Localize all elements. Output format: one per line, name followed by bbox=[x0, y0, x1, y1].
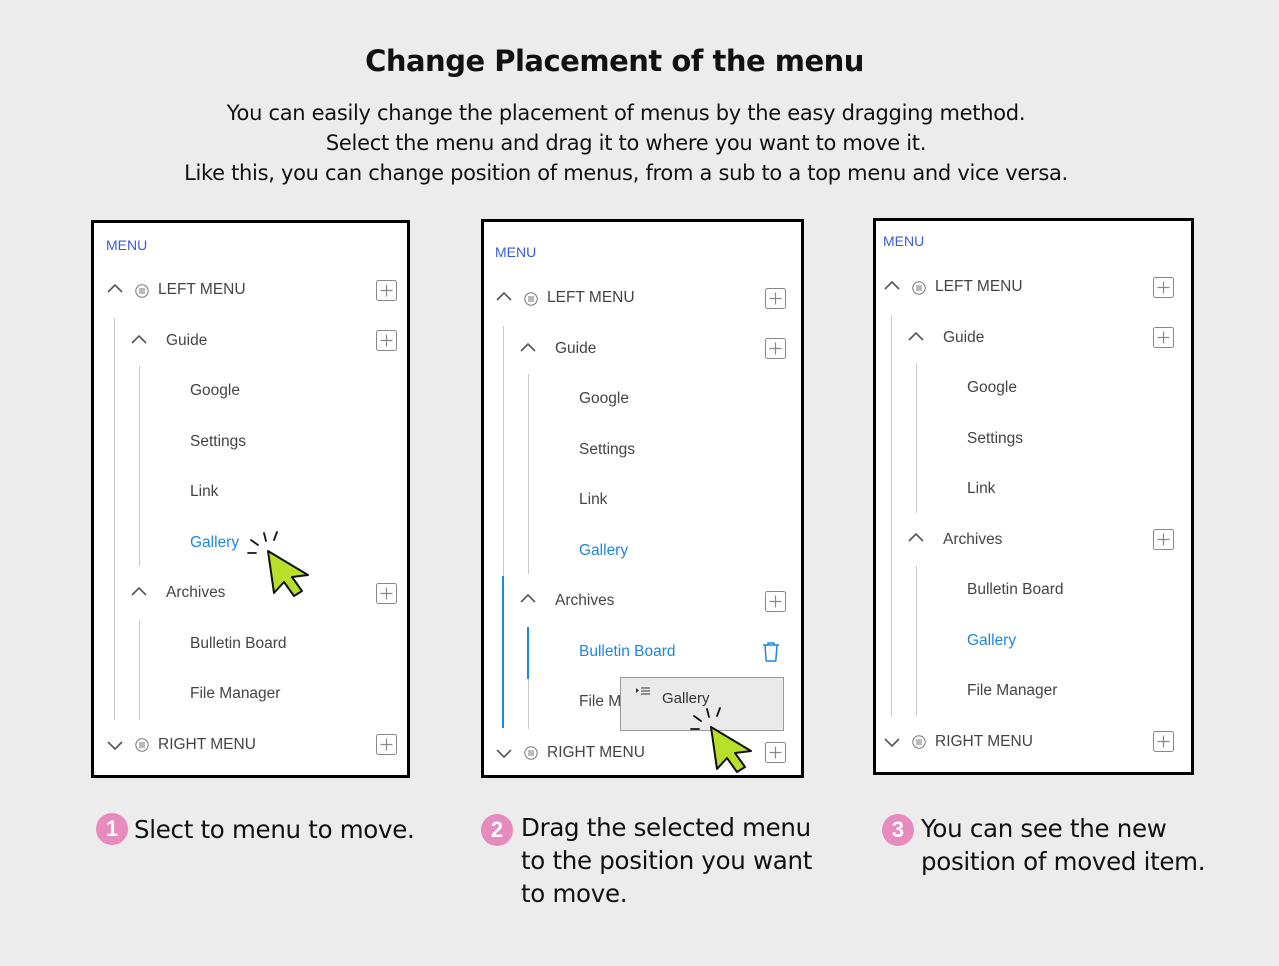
step-badge-3: 3 bbox=[882, 814, 914, 846]
menu-item-settings[interactable]: Settings bbox=[190, 430, 246, 454]
menu-item-archives[interactable]: Archives bbox=[555, 589, 614, 613]
menu-item-bulletin-board[interactable]: Bulletin Board bbox=[579, 640, 676, 664]
step-line: Slect to menu to move. bbox=[134, 815, 415, 844]
chevron-up-icon[interactable] bbox=[131, 333, 147, 345]
menu-item-gallery[interactable]: Gallery bbox=[190, 531, 239, 555]
step-3-text: You can see the new position of moved it… bbox=[921, 812, 1206, 878]
menu-item-right-menu[interactable]: RIGHT MENU bbox=[158, 733, 256, 757]
add-item-button[interactable] bbox=[765, 338, 786, 359]
tree-line bbox=[114, 318, 115, 720]
menu-item-gallery[interactable]: Gallery bbox=[579, 539, 628, 563]
menu-item-left-menu[interactable]: LEFT MENU bbox=[935, 275, 1023, 299]
menu-label: MENU bbox=[495, 244, 537, 260]
menu-panel-step-1: MENU LEFT MENU Guide Google Settings Lin… bbox=[91, 220, 410, 778]
tree-line bbox=[528, 374, 529, 574]
add-item-button[interactable] bbox=[376, 734, 397, 755]
chevron-down-icon[interactable] bbox=[107, 739, 123, 751]
step-1-text: Slect to menu to move. bbox=[134, 813, 415, 846]
chevron-down-icon[interactable] bbox=[496, 747, 512, 759]
tree-line bbox=[916, 363, 917, 513]
add-item-button[interactable] bbox=[1153, 277, 1174, 298]
drop-indicator-line bbox=[527, 627, 529, 679]
menu-item-google[interactable]: Google bbox=[190, 379, 240, 403]
menu-item-guide[interactable]: Guide bbox=[555, 337, 596, 361]
trash-icon[interactable] bbox=[761, 641, 781, 663]
chevron-up-icon[interactable] bbox=[107, 282, 123, 294]
menu-panel-step-3: MENU LEFT MENU Guide Google Settings Lin… bbox=[873, 218, 1194, 775]
chevron-up-icon[interactable] bbox=[496, 290, 512, 302]
step-line: to the position you want bbox=[521, 846, 812, 875]
tree-line bbox=[916, 566, 917, 716]
menu-item-google[interactable]: Google bbox=[967, 376, 1017, 400]
menu-item-bulletin-board[interactable]: Bulletin Board bbox=[190, 632, 287, 656]
dragged-item-label: Gallery bbox=[662, 690, 710, 707]
add-item-button[interactable] bbox=[376, 280, 397, 301]
menu-lines-icon bbox=[912, 281, 926, 295]
menu-item-google[interactable]: Google bbox=[579, 387, 629, 411]
step-line: position of moved item. bbox=[921, 847, 1206, 876]
add-item-button[interactable] bbox=[1153, 327, 1174, 348]
menu-item-link[interactable]: Link bbox=[967, 477, 995, 501]
menu-lines-icon bbox=[912, 735, 926, 749]
menu-lines-icon bbox=[524, 292, 538, 306]
chevron-up-icon[interactable] bbox=[884, 279, 900, 291]
description-line: Select the menu and drag it to where you… bbox=[325, 131, 927, 155]
chevron-down-icon[interactable] bbox=[884, 736, 900, 748]
chevron-up-icon[interactable] bbox=[908, 531, 924, 543]
add-item-button[interactable] bbox=[1153, 529, 1174, 550]
add-item-button[interactable] bbox=[765, 742, 786, 763]
menu-label: MENU bbox=[106, 237, 148, 253]
drag-handle-icon bbox=[636, 687, 650, 695]
tree-line bbox=[139, 620, 140, 720]
step-line: Drag the selected menu bbox=[521, 813, 811, 842]
menu-item-gallery[interactable]: Gallery bbox=[967, 629, 1016, 653]
description-line: You can easily change the placement of m… bbox=[226, 101, 1026, 125]
add-item-button[interactable] bbox=[376, 583, 397, 604]
menu-item-settings[interactable]: Settings bbox=[967, 427, 1023, 451]
cursor-arrow-icon bbox=[690, 707, 752, 773]
menu-item-archives[interactable]: Archives bbox=[166, 581, 225, 605]
add-item-button[interactable] bbox=[1153, 731, 1174, 752]
page-description: You can easily change the placement of m… bbox=[0, 98, 1252, 188]
tree-line bbox=[503, 326, 504, 576]
step-line: to move. bbox=[521, 879, 628, 908]
description-line: Like this, you can change position of me… bbox=[184, 161, 1068, 185]
drop-indicator-line bbox=[502, 576, 504, 728]
menu-item-guide[interactable]: Guide bbox=[943, 326, 984, 350]
add-item-button[interactable] bbox=[376, 330, 397, 351]
menu-item-right-menu[interactable]: RIGHT MENU bbox=[935, 730, 1033, 754]
menu-item-bulletin-board[interactable]: Bulletin Board bbox=[967, 578, 1064, 602]
chevron-up-icon[interactable] bbox=[520, 341, 536, 353]
tree-line bbox=[528, 679, 529, 729]
menu-item-left-menu[interactable]: LEFT MENU bbox=[547, 286, 635, 310]
step-badge-2: 2 bbox=[481, 814, 513, 846]
chevron-up-icon[interactable] bbox=[908, 330, 924, 342]
tree-line bbox=[139, 366, 140, 566]
step-line: You can see the new bbox=[921, 814, 1167, 843]
menu-item-archives[interactable]: Archives bbox=[943, 528, 1002, 552]
step-badge-1: 1 bbox=[96, 813, 128, 845]
chevron-up-icon[interactable] bbox=[131, 585, 147, 597]
menu-item-file-manager[interactable]: File Manager bbox=[190, 682, 280, 706]
menu-item-settings[interactable]: Settings bbox=[579, 438, 635, 462]
menu-lines-icon bbox=[135, 738, 149, 752]
add-item-button[interactable] bbox=[765, 288, 786, 309]
chevron-up-icon[interactable] bbox=[520, 592, 536, 604]
menu-item-link[interactable]: Link bbox=[190, 480, 218, 504]
menu-panel-step-2: MENU LEFT MENU Guide Google Settings Lin… bbox=[481, 219, 804, 778]
page-title: Change Placement of the menu bbox=[365, 44, 864, 78]
menu-item-right-menu[interactable]: RIGHT MENU bbox=[547, 741, 645, 765]
menu-item-guide[interactable]: Guide bbox=[166, 329, 207, 353]
menu-item-left-menu[interactable]: LEFT MENU bbox=[158, 278, 246, 302]
menu-lines-icon bbox=[135, 284, 149, 298]
menu-lines-icon bbox=[524, 746, 538, 760]
menu-item-file-manager[interactable]: File Manager bbox=[967, 679, 1057, 703]
step-2-text: Drag the selected menu to the position y… bbox=[521, 811, 812, 910]
menu-item-link[interactable]: Link bbox=[579, 488, 607, 512]
tree-line bbox=[891, 315, 892, 717]
add-item-button[interactable] bbox=[765, 591, 786, 612]
cursor-arrow-icon bbox=[247, 531, 309, 597]
menu-label: MENU bbox=[883, 233, 925, 249]
